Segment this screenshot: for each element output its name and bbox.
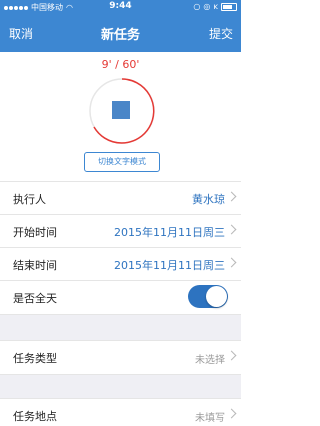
chevron-right-icon xyxy=(226,350,237,361)
clock-icon: ◎ xyxy=(203,2,211,11)
executor-value: 黄水琼 xyxy=(192,193,225,206)
page-title: 新任务 xyxy=(100,28,140,43)
status-bar: 中国移动 ◠ 9:44 ○ ◎ ĸ xyxy=(0,0,241,14)
chevron-right-icon xyxy=(226,224,237,235)
executor-row[interactable]: 执行人 黄水琼 xyxy=(0,181,241,215)
section-spacer xyxy=(0,314,241,341)
executor-label: 执行人 xyxy=(13,193,46,206)
toggle-text-mode-button[interactable]: 切换文字模式 xyxy=(84,152,160,172)
start-time-row[interactable]: 开始时间 2015年11月11日周三 xyxy=(0,214,241,248)
toggle-knob xyxy=(206,286,227,307)
all-day-label: 是否全天 xyxy=(13,292,57,305)
all-day-toggle[interactable] xyxy=(188,285,228,308)
section-spacer xyxy=(0,374,241,399)
end-time-row[interactable]: 结束时间 2015年11月11日周三 xyxy=(0,247,241,281)
task-location-label: 任务地点 xyxy=(13,410,57,423)
status-bar-right: ○ ◎ ĸ xyxy=(193,2,237,11)
alarm-icon: ○ xyxy=(193,2,201,11)
task-type-row[interactable]: 任务类型 未选择 xyxy=(0,340,241,375)
end-time-label: 结束时间 xyxy=(13,259,57,272)
stop-recording-button[interactable] xyxy=(112,101,130,119)
task-type-value: 未选择 xyxy=(195,355,225,366)
navigation-bar: 取消 新任务 提交 xyxy=(0,14,241,52)
start-time-label: 开始时间 xyxy=(13,226,57,239)
task-type-label: 任务类型 xyxy=(13,352,57,365)
battery-icon xyxy=(221,2,237,11)
task-location-value: 未填写 xyxy=(195,413,225,424)
recording-timer: 9' / 60' xyxy=(101,58,140,71)
end-time-value: 2015年11月11日周三 xyxy=(114,259,225,272)
chevron-right-icon xyxy=(226,191,237,202)
chevron-right-icon xyxy=(226,408,237,419)
submit-button[interactable]: 提交 xyxy=(209,25,233,42)
bluetooth-icon: ĸ xyxy=(213,2,218,11)
all-day-row: 是否全天 xyxy=(0,280,241,315)
start-time-value: 2015年11月11日周三 xyxy=(114,226,225,239)
task-location-row[interactable]: 任务地点 未填写 xyxy=(0,398,241,426)
chevron-right-icon xyxy=(226,257,237,268)
